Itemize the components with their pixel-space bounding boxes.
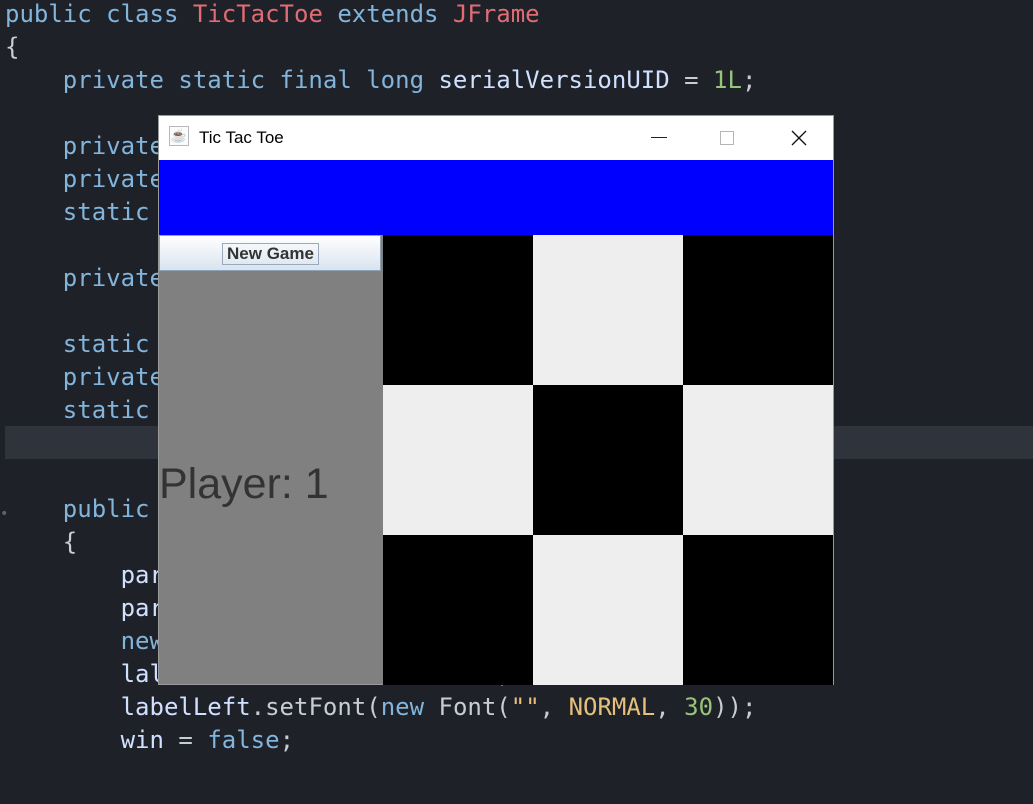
code-token: static: [5, 396, 150, 424]
code-token: JFrame: [452, 0, 540, 28]
code-token: private: [5, 264, 164, 292]
code-line: static: [5, 394, 150, 427]
code-token: serialVersionUID: [438, 66, 670, 94]
code-token: public: [5, 495, 150, 523]
code-line: private: [5, 163, 164, 196]
code-line: {: [5, 526, 77, 559]
code-token: ;: [279, 726, 295, 754]
window-titlebar[interactable]: ☕ Tic Tac Toe: [159, 116, 833, 160]
code-line: static: [5, 196, 150, 229]
left-panel: New Game Player: 1: [159, 235, 383, 684]
code-token: win: [5, 726, 164, 754]
close-icon: [791, 130, 807, 146]
code-line: private: [5, 130, 164, 163]
code-token: NORMAL: [568, 693, 656, 721]
board-cell[interactable]: [533, 235, 683, 385]
maximize-icon: [720, 131, 734, 145]
code-token: public class: [5, 0, 193, 28]
code-token: 30: [684, 693, 714, 721]
code-token: ,: [655, 693, 685, 721]
code-token: lal: [5, 660, 164, 688]
code-token: {: [5, 33, 20, 61]
board-cell[interactable]: [383, 385, 533, 535]
code-token: ;: [741, 66, 757, 94]
code-token: private: [5, 132, 164, 160]
code-line: new: [5, 625, 164, 658]
code-token: TicTacToe: [192, 0, 323, 28]
board-cell[interactable]: [683, 535, 833, 685]
board-cell[interactable]: [683, 385, 833, 535]
code-token: 1L: [713, 66, 742, 94]
code-token: static: [5, 330, 150, 358]
code-token: par: [5, 594, 164, 622]
code-line: private static final long serialVersionU…: [5, 64, 757, 97]
window-title: Tic Tac Toe: [199, 128, 284, 147]
code-token: new: [5, 627, 164, 655]
code-line: par: [5, 592, 164, 625]
code-line: win = false;: [5, 724, 294, 757]
code-token: false: [207, 726, 280, 754]
code-token: private static final long: [5, 66, 439, 94]
minimize-icon: [651, 137, 667, 138]
code-line: private: [5, 262, 164, 295]
code-line: par: [5, 559, 164, 592]
player-turn-label: Player: 1: [159, 460, 329, 508]
new-game-label: New Game: [222, 243, 319, 265]
code-line: private: [5, 361, 164, 394]
board-cell[interactable]: [533, 385, 683, 535]
code-line: {: [5, 31, 19, 64]
board-cell[interactable]: [383, 235, 533, 385]
code-token: private: [5, 363, 164, 391]
code-token: new: [380, 693, 425, 721]
code-token: {: [5, 528, 78, 556]
code-token: private: [5, 165, 164, 193]
game-board: [383, 235, 833, 685]
new-game-button[interactable]: New Game: [159, 235, 381, 271]
board-cell[interactable]: [533, 535, 683, 685]
top-banner: [159, 160, 833, 235]
code-token: par: [5, 561, 164, 589]
code-token: .setFont(: [250, 693, 381, 721]
code-line: labelLeft.setFont(new Font("", NORMAL, 3…: [5, 691, 757, 724]
code-token: =: [669, 66, 714, 94]
close-button[interactable]: [763, 116, 833, 160]
java-icon[interactable]: ☕: [169, 126, 189, 146]
tic-tac-toe-window: ☕ Tic Tac Toe New Game Player: 1: [159, 116, 833, 685]
code-line: public: [5, 493, 150, 526]
code-token: ));: [713, 693, 757, 721]
code-token: static: [5, 198, 150, 226]
code-token: Font(: [424, 693, 511, 721]
board-cell[interactable]: [383, 535, 533, 685]
code-token: extends: [322, 0, 453, 28]
code-token: "": [510, 693, 540, 721]
code-line: public class TicTacToe extends JFrame: [5, 0, 540, 31]
code-token: =: [163, 726, 208, 754]
minimize-button[interactable]: [624, 116, 694, 160]
board-cell[interactable]: [683, 235, 833, 385]
maximize-button[interactable]: [694, 116, 764, 160]
code-token: ,: [539, 693, 569, 721]
code-token: labelLeft: [5, 693, 251, 721]
